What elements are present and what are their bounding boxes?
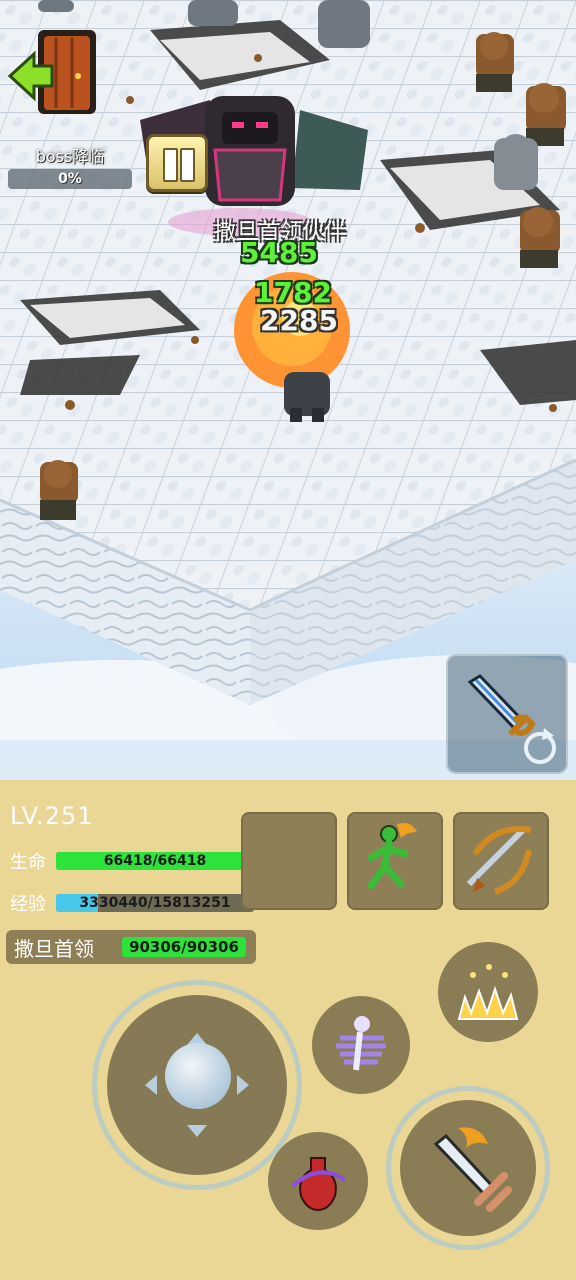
minotaur-enemy (476, 32, 514, 92)
spike-burst-icon (457, 964, 519, 1020)
gargoyle-enemy (494, 134, 538, 190)
player-level: LV.251 (10, 802, 94, 830)
weapon-slot[interactable] (453, 812, 549, 910)
gargoyle-enemy (318, 0, 370, 48)
boss-progress-label: boss降临 (35, 147, 105, 166)
control-panel: LV.251 生命 66418/66418 经验 3330440/1581325… (0, 780, 576, 1280)
skill-ghost-dash-button[interactable] (312, 996, 410, 1094)
hp-label: 生命 (10, 852, 46, 873)
companion-slot[interactable] (347, 812, 443, 910)
hp-row: 生命 66418/66418 (10, 848, 254, 874)
xp-bar: 3330440/15813251 (56, 894, 254, 912)
game-field: boss降临 0% 撒旦首领伙伴 5485 1782 2285 (0, 0, 576, 780)
exit-button[interactable] (7, 28, 104, 118)
green-runner-icon (367, 823, 417, 890)
attack-button[interactable] (400, 1100, 536, 1236)
skill-spike-burst-button[interactable] (438, 942, 538, 1042)
hp-bar: 66418/66418 (56, 852, 254, 870)
crossbow-icon (466, 825, 532, 895)
minotaur-enemy (40, 460, 78, 520)
exit-door-icon (7, 30, 96, 114)
damage-number: 5485 (240, 236, 318, 269)
xp-label: 经验 (10, 894, 46, 915)
sword-swap-icon (467, 674, 556, 764)
minotaur-enemy (520, 207, 560, 268)
gargoyle-enemy (38, 0, 74, 12)
boss-progress-percent: 0% (58, 171, 82, 187)
player-character (284, 372, 330, 422)
gargoyle-enemy (188, 0, 238, 26)
skill-potion-button[interactable] (268, 1132, 368, 1230)
potion-icon (291, 1157, 347, 1212)
boss-progress-bar: 0% (8, 169, 132, 189)
joystick-knob[interactable] (165, 1043, 231, 1109)
xp-value: 3330440/15813251 (79, 895, 231, 911)
hp-value: 66418/66418 (103, 853, 207, 869)
boss-hp-bar: 90306/90306 (122, 937, 246, 957)
minotaur-enemy (526, 83, 566, 146)
boss-progress: boss降临 0% (8, 143, 132, 189)
damage-number: 2285 (260, 304, 338, 337)
xp-row: 经验 3330440/15813251 (10, 890, 254, 916)
empty-slot[interactable] (241, 812, 337, 910)
boss-hp-panel: 撒旦首领 90306/90306 (6, 930, 256, 964)
boss-hp-value: 90306/90306 (129, 938, 239, 956)
ghost-dash-icon (336, 1016, 386, 1071)
boss-hp-name: 撒旦首领 (14, 936, 94, 961)
sword-attack-icon (433, 1127, 512, 1212)
pause-button[interactable] (146, 134, 208, 192)
weapon-swap-button[interactable] (446, 654, 568, 774)
